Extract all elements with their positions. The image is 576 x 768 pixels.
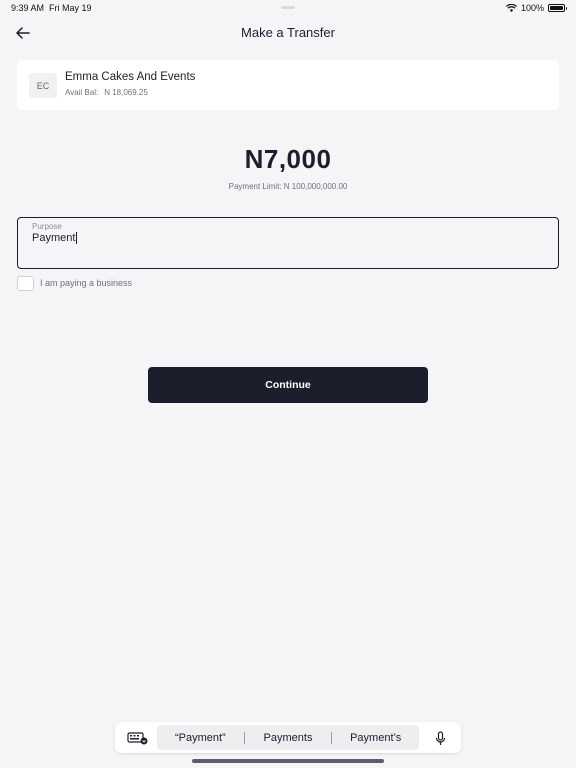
home-indicator[interactable] [192, 759, 384, 763]
payment-limit: Payment Limit: N 100,000,000.00 [228, 182, 348, 191]
account-card[interactable]: EC Emma Cakes And Events Avail Bal: N 18,… [17, 60, 559, 110]
account-balance: Avail Bal: N 18,069.25 [65, 88, 148, 97]
account-name: Emma Cakes And Events [65, 71, 196, 83]
purpose-value[interactable]: Payment [32, 232, 78, 244]
avatar: EC [29, 73, 57, 98]
autocorrect-suggestions: “Payment” Payments Payment’s [157, 725, 419, 750]
balance-label: Avail Bal: [65, 88, 99, 97]
balance-value: N 18,069.25 [104, 88, 148, 97]
header: Make a Transfer [0, 20, 576, 46]
page-title: Make a Transfer [241, 25, 335, 40]
microphone-icon [435, 730, 445, 745]
continue-button[interactable]: Continue [148, 367, 428, 403]
purpose-input[interactable]: Purpose Payment [17, 217, 559, 269]
status-indicators: 100% [505, 3, 567, 13]
text-caret [76, 232, 78, 244]
dictation-button[interactable] [433, 730, 447, 746]
purpose-label: Purpose [32, 222, 62, 231]
business-checkbox[interactable] [17, 275, 34, 291]
battery-percent: 100% [520, 3, 544, 13]
suggestion-3[interactable]: Payment’s [332, 732, 419, 744]
keyboard-shortcut-bar: “Payment” Payments Payment’s [115, 722, 461, 753]
wifi-icon [505, 4, 517, 12]
purpose-text: Payment [32, 232, 76, 244]
battery-fill [550, 6, 563, 10]
business-checkbox-row[interactable]: I am paying a business [17, 275, 132, 291]
keyboard-dismiss-icon [127, 732, 148, 745]
suggestion-1[interactable]: “Payment” [157, 732, 244, 744]
keyboard-dismiss-button[interactable] [127, 730, 149, 746]
status-time-value: 9:39 AM [11, 3, 45, 13]
multitasking-handle[interactable] [281, 6, 295, 9]
suggestion-2[interactable]: Payments [245, 732, 332, 744]
business-checkbox-label: I am paying a business [40, 278, 133, 288]
status-time: 9:39 AM Fri May 19 [11, 3, 92, 13]
status-date: Fri May 19 [49, 3, 92, 13]
transfer-amount[interactable]: N7,000 [0, 144, 576, 175]
battery-icon [548, 4, 567, 12]
